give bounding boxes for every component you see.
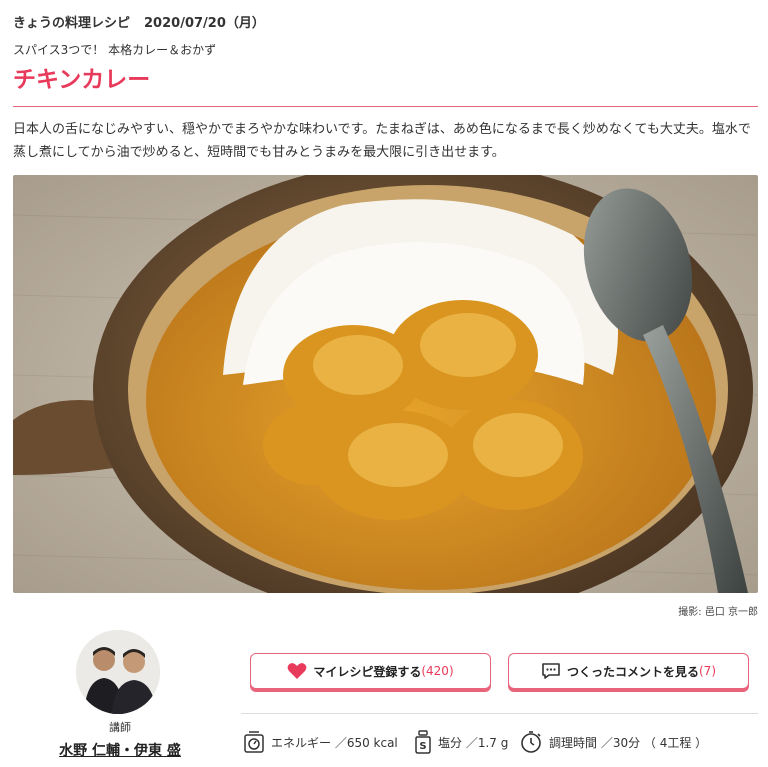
energy-text: エネルギー ／650 kcal <box>271 735 398 750</box>
info-divider <box>241 713 758 714</box>
recipe-photo <box>13 175 758 593</box>
svg-text:S: S <box>419 741 426 752</box>
timer-icon <box>519 730 543 754</box>
view-comments-button[interactable]: つくったコメントを見る (7) <box>508 653 749 689</box>
cooking-time-info: 調理時間 ／30分 （ 4工程 ） <box>519 728 707 756</box>
salt-icon: S <box>414 730 432 754</box>
chicken-curry-photo <box>13 175 758 593</box>
instructor-photo <box>76 630 160 714</box>
instructor-avatar <box>76 630 160 714</box>
my-recipe-button[interactable]: マイレシピ登録する (420) <box>250 653 491 689</box>
comments-label: つくったコメントを見る <box>566 664 699 679</box>
salt-info: S 塩分 ／1.7 g <box>414 728 508 756</box>
energy-info: エネルギー ／650 kcal <box>243 728 398 756</box>
series-title[interactable]: スパイス3つで！ 本格カレー＆おかず <box>13 41 216 58</box>
salt-text: 塩分 ／1.7 g <box>438 735 509 750</box>
instructor-names[interactable]: 水野 仁輔・伊東 盛 <box>40 740 200 760</box>
photo-credit: 撮影: 邑口 京一郎 <box>678 607 758 618</box>
page-header: きょうの料理レシピ 2020/07/20（月） <box>13 12 265 31</box>
my-recipe-label: マイレシピ登録する <box>313 664 422 679</box>
title-divider <box>13 106 758 107</box>
my-recipe-count: (420) <box>421 664 454 678</box>
comments-count: (7) <box>699 664 716 678</box>
program-name[interactable]: きょうの料理レシピ <box>13 16 130 31</box>
comment-icon <box>541 662 561 680</box>
scale-icon <box>243 730 265 754</box>
recipe-title: チキンカレー <box>13 67 151 93</box>
heart-icon <box>287 662 307 680</box>
recipe-description: 日本人の舌になじみやすい、穏やかでまろやかな味わいです。たまねぎは、あめ色になる… <box>13 122 751 160</box>
instructor-role: 講師 <box>109 721 131 734</box>
broadcast-date: 2020/07/20（月） <box>144 16 265 31</box>
cooking-time-text: 調理時間 ／30分 （ 4工程 ） <box>549 735 708 750</box>
